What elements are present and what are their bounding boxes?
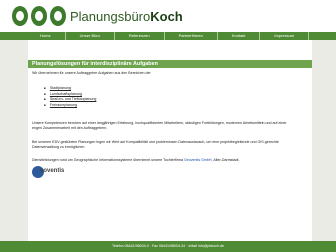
page-title: Planungslösungen für interdisziplinäre A… — [28, 60, 312, 68]
nav-item-impressum[interactable]: Impressum — [260, 32, 310, 40]
geoventis-logo[interactable]: eoventis — [32, 166, 65, 178]
logo-icon — [12, 6, 68, 26]
area-list: Stadtplanung Landschaftsplanung Straßen-… — [44, 86, 97, 109]
paragraph-1-line-2: engen Zusammenarbeit mit den Auftraggebe… — [32, 126, 108, 130]
main-nav: Home Unser Büro Referenzen Partnerfirmen… — [0, 32, 336, 40]
geoventis-logo-text: eoventis — [40, 168, 65, 174]
paragraph-1-line-1: Unsere Kompetenzen beruhen auf einer lan… — [32, 121, 287, 125]
paragraph-2-line-2: Datenverwaltung zu ermöglichen. — [32, 145, 86, 149]
nav-item-kontakt[interactable]: Kontakt — [218, 32, 261, 40]
intro-text: Wir übernehmen für unsere Auftraggeber A… — [32, 71, 151, 75]
paragraph-3: Dienstleistungen rund um Geographische I… — [32, 158, 239, 163]
brand-name: PlanungsbüroKoch — [70, 9, 183, 24]
nav-item-partnerfirmen[interactable]: Partnerfirmen — [165, 32, 218, 40]
site-footer: Telefon 06441/98004-0 · Fax 06441/98004-… — [0, 241, 336, 252]
paragraph-2-line-1: Bei unseren EDV-gestützten Planungen leg… — [32, 140, 279, 144]
nav-item-home[interactable]: Home — [0, 32, 66, 40]
area-link[interactable]: Freiraumplanung — [44, 103, 96, 109]
area-link[interactable]: Straßen- und Tiefbauplanung — [44, 97, 97, 103]
footer-contact: Telefon 06441/98004-0 · Fax 06441/98004-… — [112, 244, 224, 248]
geoventis-link[interactable]: Geoventis GmbH — [184, 158, 212, 162]
main-content: Planungslösungen für interdisziplinäre A… — [28, 40, 312, 241]
nav-item-referenzen[interactable]: Referenzen — [115, 32, 165, 40]
nav-item-unser-buero[interactable]: Unser Büro — [66, 32, 115, 40]
site-header: PlanungsbüroKoch — [0, 0, 336, 32]
paragraph-3-text: Dienstleistungen rund um Geographische I… — [32, 158, 183, 162]
paragraph-3-tail: , Alter-Darmstadt. — [211, 158, 240, 162]
